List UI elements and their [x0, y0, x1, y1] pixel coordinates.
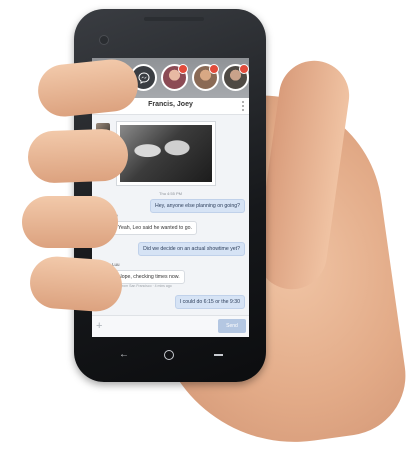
navigation-bar: ←	[92, 344, 249, 366]
front-camera-icon	[99, 35, 109, 45]
hand-finger	[22, 196, 118, 248]
notification-badge	[239, 64, 249, 74]
hand-finger	[27, 128, 129, 184]
speaker-grille	[144, 17, 204, 21]
send-button[interactable]: Send	[218, 319, 246, 333]
incoming-message[interactable]: Yeah, Leo said he wanted to go.	[113, 221, 197, 235]
notification-badge	[178, 64, 188, 74]
back-icon[interactable]: ←	[119, 349, 129, 360]
message-composer[interactable]: + Send	[92, 315, 249, 337]
outgoing-message[interactable]: Hey, anyone else planning on going?	[150, 199, 245, 213]
chat-head-avatar[interactable]	[161, 64, 188, 91]
overflow-menu-icon[interactable]	[242, 101, 244, 111]
hand-finger	[28, 254, 124, 314]
messenger-icon	[137, 71, 150, 84]
message-timestamp: Thu 4:55 PM	[159, 191, 182, 196]
chat-head-avatar[interactable]	[222, 64, 249, 91]
shared-photo[interactable]	[116, 121, 216, 186]
plus-icon[interactable]: +	[96, 319, 102, 333]
incoming-message[interactable]: Nope, checking times now.	[113, 270, 185, 284]
outgoing-message[interactable]: Did we decide on an actual showtime yet?	[138, 242, 245, 256]
outgoing-message[interactable]: I could do 6:15 or the 9:30	[174, 295, 245, 309]
chat-head-avatar[interactable]	[192, 64, 219, 91]
notification-badge	[209, 64, 219, 74]
menu-icon[interactable]	[214, 354, 223, 356]
home-icon[interactable]	[164, 350, 174, 360]
photo-image	[120, 125, 212, 182]
